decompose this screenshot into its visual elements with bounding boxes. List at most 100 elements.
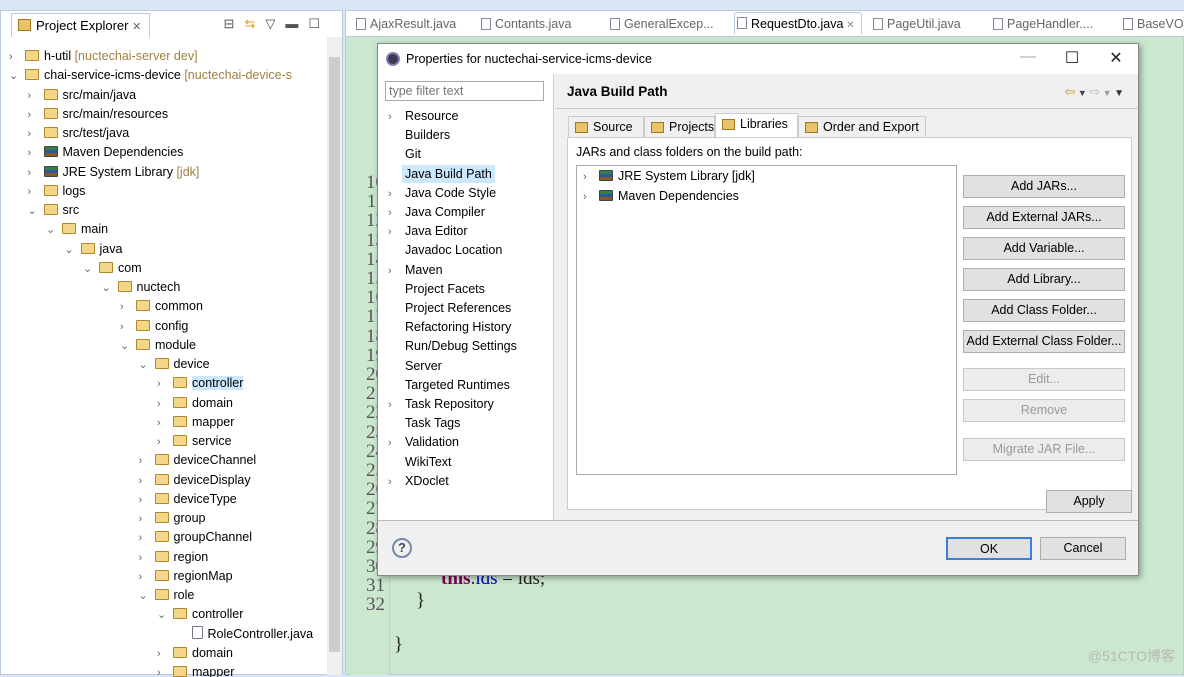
chevron-right-icon[interactable]: › [157, 414, 171, 433]
tree-item[interactable]: › src/main/java [28, 86, 137, 105]
nav-item[interactable]: Project Facets [388, 280, 488, 299]
tree-item[interactable]: › Maven Dependencies [28, 143, 184, 162]
tree-item[interactable]: › domain [157, 394, 233, 413]
add-class-folder-button[interactable]: Add Class Folder... [963, 299, 1125, 322]
collapse-all-icon[interactable]: ⊟ [224, 16, 245, 31]
filter-input[interactable] [385, 81, 544, 101]
nav-item[interactable]: › Task Repository [388, 395, 497, 414]
chevron-right-icon[interactable]: › [28, 106, 42, 125]
nav-item[interactable]: › Java Code Style [388, 184, 499, 203]
chevron-right-icon[interactable]: › [28, 183, 42, 202]
tree-item[interactable]: ⌄ role [139, 586, 195, 605]
add-jars-button[interactable]: Add JARs... [963, 175, 1125, 198]
nav-item[interactable]: Refactoring History [388, 318, 514, 337]
chevron-down-icon[interactable]: ⌄ [65, 241, 79, 260]
tab-source[interactable]: Source [568, 116, 644, 138]
tree-item[interactable]: ⌄ module [120, 336, 196, 355]
apply-button[interactable]: Apply [1046, 490, 1132, 513]
tree-item[interactable]: › groupChannel [139, 528, 253, 547]
tree-item[interactable]: › group [139, 509, 206, 528]
add-external-jars-button[interactable]: Add External JARs... [963, 206, 1125, 229]
chevron-down-icon[interactable]: ⌄ [102, 279, 116, 298]
chevron-down-icon[interactable]: ⌄ [46, 221, 60, 240]
maximize-icon[interactable]: ☐ [308, 16, 330, 31]
tree-item[interactable]: › regionMap [139, 567, 233, 586]
add-variable-button[interactable]: Add Variable... [963, 237, 1125, 260]
library-entry[interactable]: › Maven Dependencies [583, 187, 739, 206]
tree-item[interactable]: › domain [157, 644, 233, 663]
nav-item[interactable]: Javadoc Location [388, 241, 505, 260]
nav-item[interactable]: › Validation [388, 433, 462, 452]
editor-tab[interactable]: GeneralExcep... [608, 14, 714, 36]
tree-item[interactable]: › h-util [nuctechai-server dev] [9, 47, 198, 66]
chevron-right-icon[interactable]: › [139, 510, 153, 529]
tree-item[interactable]: › mapper [157, 413, 234, 432]
editor-tab[interactable]: RequestDto.java ✕ [734, 12, 862, 34]
cancel-button[interactable]: Cancel [1040, 537, 1126, 560]
tree-item[interactable]: ⌄ main [46, 220, 108, 239]
tree-item[interactable]: RoleController.java [176, 625, 313, 644]
chevron-right-icon[interactable]: › [583, 168, 597, 187]
tree-item[interactable]: › region [139, 548, 209, 567]
chevron-right-icon[interactable]: › [388, 262, 402, 281]
minimize-button[interactable]: — [1008, 48, 1048, 70]
tree-item[interactable]: › src/main/resources [28, 105, 169, 124]
chevron-right-icon[interactable]: › [139, 491, 153, 510]
chevron-down-icon[interactable]: ⌄ [157, 606, 171, 625]
library-entry[interactable]: › JRE System Library [jdk] [583, 167, 755, 186]
editor-tab[interactable]: PageHandler.... [991, 14, 1093, 36]
tree-scrollbar[interactable] [327, 37, 342, 675]
tree-item[interactable]: ⌄ nuctech [102, 278, 181, 297]
chevron-right-icon[interactable]: › [157, 433, 171, 452]
tab-libraries[interactable]: Libraries [715, 113, 798, 138]
view-menu-icon[interactable]: ▽ [265, 16, 285, 31]
chevron-right-icon[interactable]: › [120, 298, 134, 317]
minimize-icon[interactable]: ▬ [285, 16, 308, 31]
editor-tab[interactable]: Contants.java [479, 14, 571, 36]
nav-item[interactable]: WikiText [388, 453, 455, 472]
tree-item[interactable]: › service [157, 432, 232, 451]
chevron-right-icon[interactable]: › [388, 396, 402, 415]
chevron-right-icon[interactable]: › [139, 452, 153, 471]
add-library-button[interactable]: Add Library... [963, 268, 1125, 291]
forward-menu-icon[interactable]: ▼ [1100, 88, 1114, 98]
help-icon[interactable]: ? [392, 538, 412, 558]
chevron-down-icon[interactable]: ⌄ [120, 337, 134, 356]
tree-item[interactable]: › deviceChannel [139, 451, 257, 470]
tree-item[interactable]: ⌄ controller [157, 605, 243, 624]
tree-item[interactable]: › deviceDisplay [139, 471, 251, 490]
chevron-right-icon[interactable]: › [388, 204, 402, 223]
chevron-right-icon[interactable]: › [157, 664, 171, 677]
chevron-right-icon[interactable]: › [157, 375, 171, 394]
chevron-right-icon[interactable]: › [388, 185, 402, 204]
view-menu-icon[interactable]: ▼ [1114, 88, 1124, 99]
nav-item[interactable]: Run/Debug Settings [388, 337, 520, 356]
nav-item[interactable]: Project References [388, 299, 514, 318]
editor-tab[interactable]: AjaxResult.java [354, 14, 456, 36]
tab-order-and-export[interactable]: Order and Export [798, 116, 926, 138]
add-external-class-folder-button[interactable]: Add External Class Folder... [963, 330, 1125, 353]
back-menu-icon[interactable]: ▼ [1075, 88, 1089, 98]
chevron-right-icon[interactable]: › [139, 529, 153, 548]
chevron-down-icon[interactable]: ⌄ [139, 356, 153, 375]
dialog-title-bar[interactable]: Properties for nuctechai-service-icms-de… [378, 44, 1138, 74]
code-line-31[interactable]: } [394, 634, 403, 656]
chevron-down-icon[interactable]: ⌄ [83, 260, 97, 279]
chevron-right-icon[interactable]: › [28, 144, 42, 163]
chevron-right-icon[interactable]: › [157, 395, 171, 414]
tree-item[interactable]: › config [120, 317, 188, 336]
chevron-down-icon[interactable]: ⌄ [139, 587, 153, 606]
chevron-right-icon[interactable]: › [28, 87, 42, 106]
chevron-right-icon[interactable]: › [157, 645, 171, 664]
nav-item[interactable]: Task Tags [388, 414, 463, 433]
forward-icon[interactable]: ⇨ [1089, 84, 1100, 99]
tab-project-explorer[interactable]: Project Explorer ✕ [11, 13, 151, 37]
libraries-list[interactable]: › JRE System Library [jdk] › Maven Dependen… [576, 165, 957, 475]
chevron-right-icon[interactable]: › [9, 48, 23, 67]
nav-item[interactable]: › Resource [388, 107, 462, 126]
chevron-right-icon[interactable]: › [139, 549, 153, 568]
close-button[interactable]: ✕ [1096, 48, 1136, 70]
tab-projects[interactable]: Projects [644, 116, 715, 138]
tree-item[interactable]: › JRE System Library [jdk] [28, 163, 200, 182]
link-editor-icon[interactable]: ⇆ [244, 16, 265, 31]
